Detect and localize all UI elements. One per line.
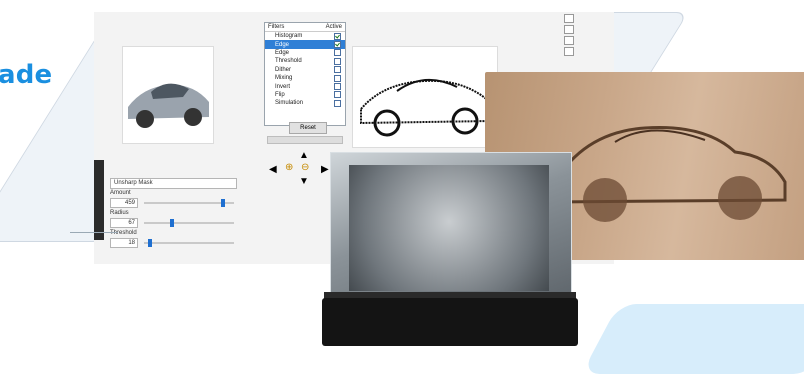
amount-slider-thumb[interactable]: [221, 199, 226, 207]
filter-checkbox[interactable]: [334, 32, 341, 40]
up-arrow-icon[interactable]: ▲: [299, 150, 309, 161]
filter-checkbox[interactable]: [334, 41, 341, 49]
threshold-slider[interactable]: [144, 239, 234, 247]
filter-row-simulation[interactable]: Simulation: [265, 99, 345, 107]
radius-slider-thumb[interactable]: [169, 219, 174, 227]
tool-button[interactable]: [564, 36, 574, 45]
filter-row-edge[interactable]: Edge: [265, 40, 345, 49]
filter-checkbox[interactable]: [334, 83, 341, 91]
filter-checkbox[interactable]: [334, 91, 341, 99]
family-photo: [349, 165, 549, 291]
filter-checkbox[interactable]: [334, 74, 341, 82]
navigation-controls: ▲ ◀ ⊕ ⊖ ▶ ▼: [269, 150, 339, 188]
filters-list[interactable]: Filters Active Histogram Edge Edge Thres…: [264, 22, 346, 126]
filter-label: Invert: [275, 83, 291, 90]
filter-checkbox[interactable]: [334, 49, 341, 57]
filter-label: Flip: [275, 91, 285, 98]
filter-label: Edge: [275, 49, 290, 56]
dark-panel-edge: [94, 160, 104, 240]
radius-label: Radius: [110, 210, 129, 216]
filters-header: Filters Active: [265, 23, 345, 32]
original-car-image: [122, 46, 214, 144]
filter-row-threshold[interactable]: Threshold: [265, 57, 345, 65]
filter-checkbox[interactable]: [334, 99, 341, 107]
filter-label: Mixing: [275, 75, 293, 82]
decorative-pill: [581, 304, 804, 374]
tool-button[interactable]: [564, 14, 574, 23]
progress-bar: [267, 136, 343, 144]
filter-row-flip[interactable]: Flip: [265, 91, 345, 99]
preview-panel: Filters Active Histogram Edge Edge Thres…: [94, 12, 509, 152]
radius-slider[interactable]: [144, 219, 234, 227]
filter-label: Edge: [275, 41, 290, 48]
reset-button[interactable]: Reset: [289, 122, 327, 134]
processed-car-image: [352, 46, 498, 148]
filters-header-label: Filters: [268, 24, 285, 30]
filter-row-mixing[interactable]: Mixing: [265, 74, 345, 82]
left-arrow-icon[interactable]: ◀: [269, 164, 277, 175]
active-header-label: Active: [325, 24, 342, 30]
tool-button[interactable]: [564, 25, 574, 34]
radius-input[interactable]: 67: [110, 218, 138, 228]
filter-controls: Unsharp Mask Amount 459 Radius 67 Thresh…: [110, 178, 270, 264]
filter-row-dither[interactable]: Dither: [265, 66, 345, 74]
right-arrow-icon[interactable]: ▶: [321, 164, 329, 175]
filter-checkbox[interactable]: [334, 66, 341, 74]
filter-label: Threshold: [275, 58, 302, 65]
filter-row-invert[interactable]: Invert: [265, 82, 345, 91]
filter-select[interactable]: Unsharp Mask: [110, 178, 237, 189]
divider-line: [70, 232, 118, 233]
filter-label: Dither: [275, 66, 292, 73]
down-arrow-icon[interactable]: ▼: [299, 176, 309, 187]
filter-label: Simulation: [275, 100, 304, 107]
brand-text: ade: [0, 60, 53, 90]
filter-label: Histogram: [275, 33, 303, 40]
filter-checkbox[interactable]: [334, 57, 341, 65]
filter-row-edge-2[interactable]: Edge: [265, 49, 345, 57]
glass-cube-photo: [330, 152, 572, 304]
zoom-in-icon[interactable]: ⊕: [285, 162, 293, 173]
zoom-out-icon[interactable]: ⊖: [301, 162, 309, 173]
amount-input[interactable]: 459: [110, 198, 138, 208]
threshold-label: Threshold: [110, 230, 137, 236]
cube-base: [322, 298, 578, 346]
threshold-slider-thumb[interactable]: [148, 239, 153, 247]
tool-button[interactable]: [564, 47, 574, 56]
filter-row-histogram[interactable]: Histogram: [265, 32, 345, 40]
amount-label: Amount: [110, 190, 131, 196]
threshold-input[interactable]: 18: [110, 238, 138, 248]
amount-slider[interactable]: [144, 199, 234, 207]
